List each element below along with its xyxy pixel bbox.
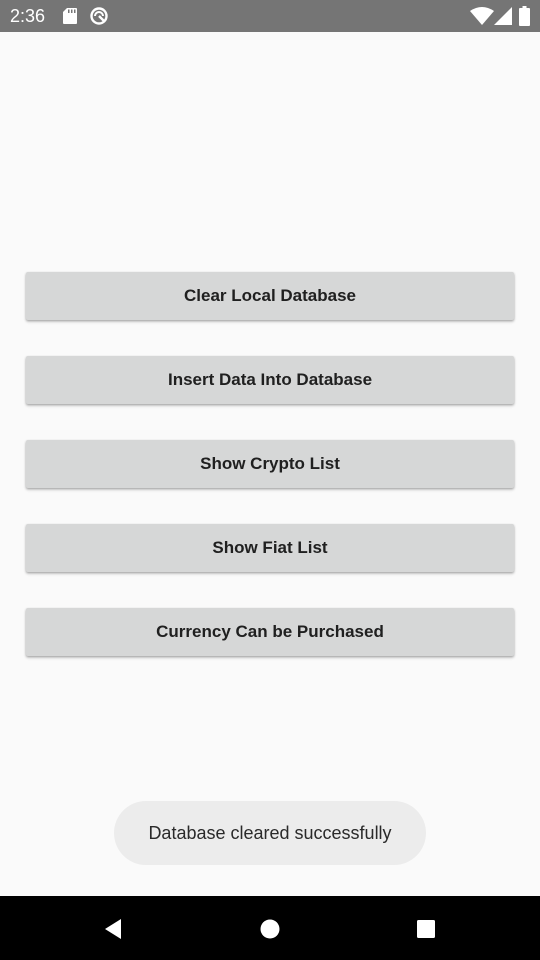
- sd-card-icon: [62, 6, 78, 26]
- insert-data-button[interactable]: Insert Data Into Database: [26, 356, 514, 404]
- status-time: 2:36: [10, 6, 46, 26]
- signal-icon: [493, 6, 513, 26]
- recents-icon[interactable]: [414, 918, 438, 940]
- back-icon[interactable]: [101, 918, 125, 940]
- show-fiat-list-button[interactable]: Show Fiat List: [26, 524, 514, 572]
- clear-local-database-button[interactable]: Clear Local Database: [26, 272, 514, 320]
- battery-icon: [517, 6, 531, 26]
- navigation-bar: [0, 896, 540, 960]
- status-bar: 2:36: [0, 0, 540, 32]
- toast-message: Database cleared successfully: [114, 801, 426, 865]
- wifi-icon: [469, 6, 495, 26]
- main-content: Clear Local Database Insert Data Into Da…: [0, 32, 540, 896]
- show-crypto-list-button[interactable]: Show Crypto List: [26, 440, 514, 488]
- home-icon[interactable]: [258, 918, 282, 940]
- currency-can-be-purchased-button[interactable]: Currency Can be Purchased: [26, 608, 514, 656]
- data-saver-icon: [88, 6, 110, 26]
